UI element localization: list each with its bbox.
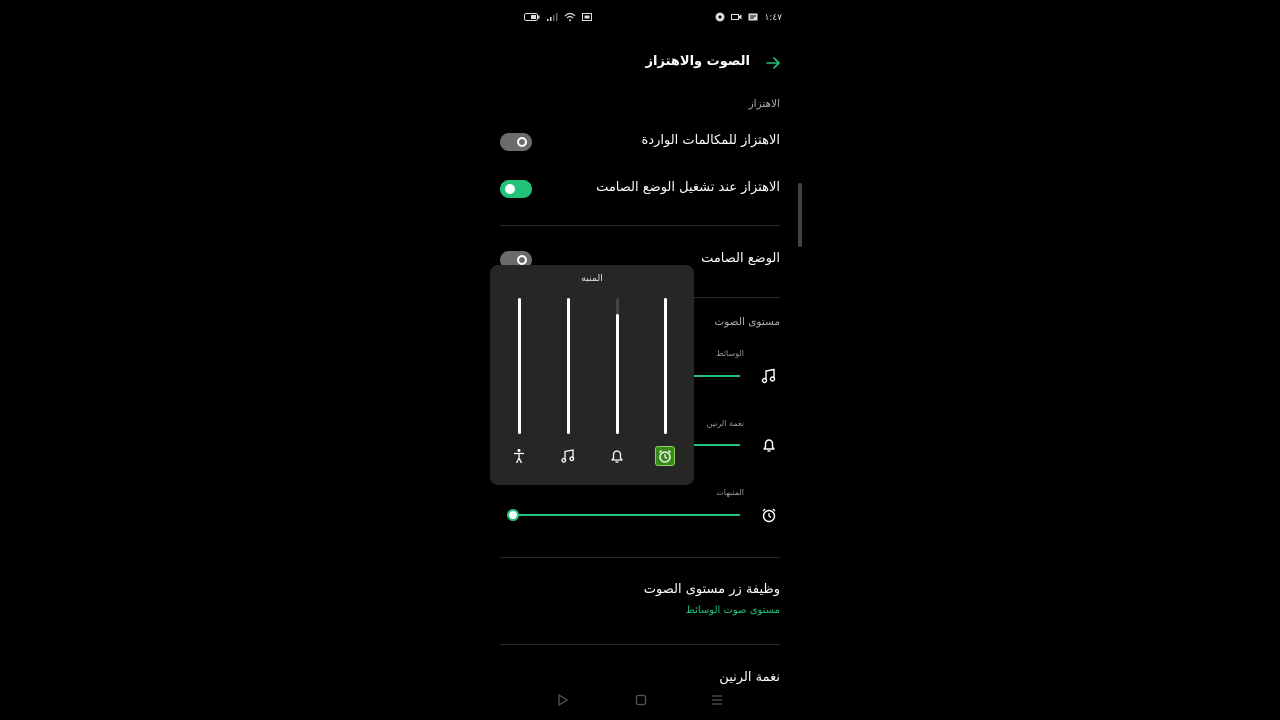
divider <box>500 644 780 645</box>
vibrate-incoming-calls-label[interactable]: الاهتزاز للمكالمات الواردة <box>641 133 780 148</box>
divider <box>500 557 780 558</box>
alarms-volume-slider[interactable] <box>512 514 740 516</box>
ringtone-volume-label: نغمة الرنين <box>706 419 744 428</box>
alarm-clock-icon <box>762 508 776 523</box>
back-nav-icon[interactable] <box>556 693 570 707</box>
signal-icon <box>547 13 558 21</box>
vibrate-silent-mode-label[interactable]: الاهتزاز عند تشغيل الوضع الصامت <box>596 180 780 195</box>
ringtone-row-title[interactable]: نغمة الرنين <box>719 670 780 684</box>
silent-mode-label[interactable]: الوضع الصامت <box>701 251 780 266</box>
volume-section-title: مستوى الصوت <box>714 316 780 328</box>
toggle-knob <box>505 184 515 194</box>
divider <box>500 225 780 226</box>
music-note-icon[interactable] <box>558 446 578 466</box>
status-time: ١:٤٧ <box>764 13 782 23</box>
alarms-volume-thumb[interactable] <box>507 509 519 521</box>
accessibility-volume-bar[interactable] <box>518 298 521 434</box>
notification-app-icon <box>715 12 725 22</box>
home-nav-icon[interactable] <box>634 693 648 707</box>
status-bar: ١:٤٧ <box>498 12 798 28</box>
alarm-clock-icon[interactable] <box>655 446 675 466</box>
bell-icon[interactable] <box>607 446 627 466</box>
accessibility-icon[interactable] <box>509 446 529 466</box>
vibrate-incoming-calls-toggle[interactable] <box>500 133 532 151</box>
video-icon <box>731 14 742 20</box>
volume-panel: المنبه <box>490 265 694 485</box>
alarms-volume-label: المنبهات <box>716 488 744 497</box>
volume-bar-fill <box>616 314 619 434</box>
toggle-knob <box>517 137 527 147</box>
toggle-knob <box>517 255 527 265</box>
bell-icon <box>763 439 775 452</box>
navigation-bar <box>498 692 798 708</box>
volume-bar-fill <box>518 298 521 434</box>
volume-panel-title: المنبه <box>581 273 603 284</box>
screen-cast-icon <box>582 13 592 21</box>
volume-button-function-title[interactable]: وظيفة زر مستوى الصوت <box>644 582 780 597</box>
battery-icon <box>524 13 540 21</box>
back-arrow-icon[interactable] <box>764 54 782 72</box>
recents-nav-icon[interactable] <box>710 693 724 707</box>
scrollbar[interactable] <box>798 183 802 247</box>
media-volume-bar[interactable] <box>567 298 570 434</box>
vibration-section-title: الاهتزاز <box>748 98 780 110</box>
volume-button-function-value: مستوى صوت الوسائط <box>685 605 780 616</box>
music-note-icon <box>761 368 776 384</box>
vibrate-silent-mode-toggle[interactable] <box>500 180 532 198</box>
wifi-icon <box>564 12 576 22</box>
status-left-icons <box>524 12 593 22</box>
volume-bar-fill <box>664 298 667 434</box>
alarm-volume-bar[interactable] <box>664 298 667 434</box>
message-icon <box>748 13 758 21</box>
phone-screen: ١:٤٧ الصوت والاهتزاز الاهتزاز الاهتزاز ل… <box>490 0 798 720</box>
volume-bar-fill <box>567 298 570 434</box>
media-volume-label: الوسائط <box>716 349 744 358</box>
ringtone-volume-bar[interactable] <box>616 298 619 434</box>
status-right-icons <box>715 12 758 22</box>
page-title: الصوت والاهتزاز <box>645 54 750 69</box>
